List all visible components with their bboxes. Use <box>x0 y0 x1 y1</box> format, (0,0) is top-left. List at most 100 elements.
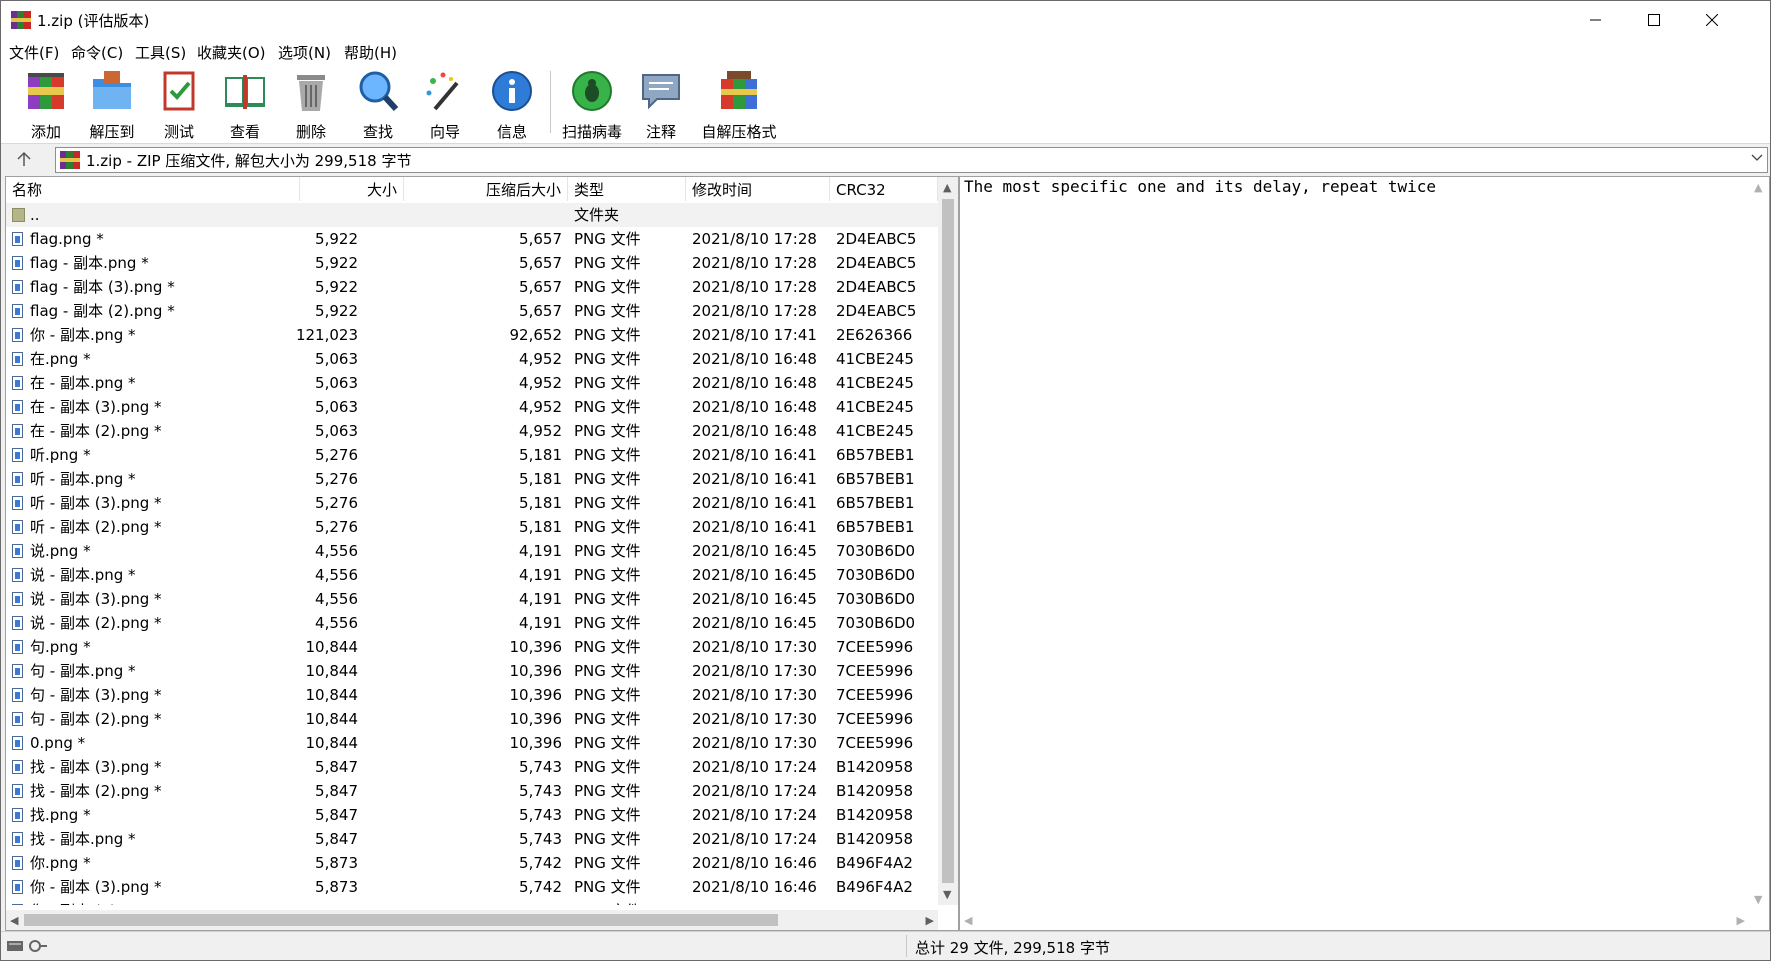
scroll-left-arrow-icon[interactable]: ◀ <box>10 914 18 927</box>
file-row[interactable]: 在 - 副本 (2).png * 5,063 4,952 PNG 文件 2021/8/1… <box>6 419 938 443</box>
file-row[interactable]: 听 - 副本.png * 5,276 5,181 PNG 文件 2021/8/10 16… <box>6 467 938 491</box>
folder-icon <box>12 208 25 222</box>
comment-scroll-right-icon[interactable]: ▶ <box>1737 914 1745 927</box>
minimize-button[interactable] <box>1567 1 1625 39</box>
file-modified: 2021/8/10 16:48 <box>692 398 817 416</box>
file-name: 你 - 副本.png * <box>30 326 136 344</box>
comment-vertical-scrollbar[interactable]: ▲ ▼ <box>1749 177 1769 910</box>
file-row[interactable]: flag - 副本 (2).png * 5,922 5,657 PNG 文件 2021/… <box>6 299 938 323</box>
file-name: 说 - 副本 (2).png * <box>30 614 162 632</box>
comment-horizontal-scrollbar[interactable]: ◀ ▶ <box>960 910 1749 930</box>
file-type: PNG 文件 <box>574 758 641 776</box>
file-row[interactable]: 找 - 副本.png * 5,847 5,743 PNG 文件 2021/8/10 17… <box>6 827 938 851</box>
file-row[interactable]: 在 - 副本 (3).png * 5,063 4,952 PNG 文件 2021/8/1… <box>6 395 938 419</box>
file-row[interactable]: 说 - 副本 (2).png * 4,556 4,191 PNG 文件 2021/8/1… <box>6 611 938 635</box>
file-row[interactable]: 句 - 副本 (3).png * 10,844 10,396 PNG 文件 2021/8… <box>6 683 938 707</box>
wizard-button[interactable]: 向导 <box>413 67 477 141</box>
file-row[interactable]: 句 - 副本 (2).png * 10,844 10,396 PNG 文件 2021/8… <box>6 707 938 731</box>
sfx-button[interactable]: 自解压格式 <box>694 67 784 141</box>
title-bar: 1.zip (评估版本) <box>1 1 1770 39</box>
scan-virus-button[interactable]: 扫描病毒 <box>557 67 627 141</box>
file-list-vertical-scrollbar[interactable]: ▲ ▼ <box>938 177 958 905</box>
file-packed-size: 5,657 <box>519 302 562 320</box>
parent-folder-row[interactable]: .. 文件夹 <box>6 203 938 227</box>
comment-scroll-up-icon[interactable]: ▲ <box>1754 181 1762 194</box>
file-row[interactable]: 找 - 副本 (2).png * 5,847 5,743 PNG 文件 2021/8/1… <box>6 779 938 803</box>
column-crc32[interactable]: CRC32 <box>830 177 938 201</box>
find-button[interactable]: 查找 <box>346 67 410 141</box>
comment-button[interactable]: 注释 <box>629 67 693 141</box>
file-row[interactable]: 句 - 副本.png * 10,844 10,396 PNG 文件 2021/8/10 … <box>6 659 938 683</box>
file-row[interactable]: 在.png * 5,063 4,952 PNG 文件 2021/8/10 16:48 41… <box>6 347 938 371</box>
menu-favorites[interactable]: 收藏夹(O) <box>197 42 266 63</box>
menu-options[interactable]: 选项(N) <box>278 42 331 63</box>
file-row[interactable]: 听.png * 5,276 5,181 PNG 文件 2021/8/10 16:41 6B… <box>6 443 938 467</box>
file-crc32: B1420958 <box>836 782 914 800</box>
column-size[interactable]: 大小 <box>300 177 404 201</box>
delete-button[interactable]: 删除 <box>279 67 343 141</box>
comment-scroll-down-icon[interactable]: ▼ <box>1754 893 1762 906</box>
file-name: 你 - 副本 (3).png * <box>30 878 162 896</box>
file-row[interactable]: 你 - 副本 (2).png * 5,873 5,742 PNG 文件 2021/8/1… <box>6 899 938 905</box>
file-list-horizontal-scrollbar[interactable]: ◀ ▶ <box>6 910 938 930</box>
up-arrow-icon[interactable] <box>15 150 33 168</box>
file-row[interactable]: 说.png * 4,556 4,191 PNG 文件 2021/8/10 16:45 70… <box>6 539 938 563</box>
address-bar: 1.zip - ZIP 压缩文件, 解包大小为 299,518 字节 <box>1 144 1770 174</box>
path-combobox[interactable]: 1.zip - ZIP 压缩文件, 解包大小为 299,518 字节 <box>55 147 1768 173</box>
file-row[interactable]: 句.png * 10,844 10,396 PNG 文件 2021/8/10 17:30… <box>6 635 938 659</box>
column-type[interactable]: 类型 <box>568 177 686 201</box>
status-bar: 总计 29 文件, 299,518 字节 <box>1 931 1770 960</box>
menu-commands[interactable]: 命令(C) <box>71 42 123 63</box>
file-row[interactable]: 你 - 副本 (3).png * 5,873 5,742 PNG 文件 2021/8/1… <box>6 875 938 899</box>
file-row[interactable]: 找 - 副本 (3).png * 5,847 5,743 PNG 文件 2021/8/1… <box>6 755 938 779</box>
file-size: 4,556 <box>315 614 358 632</box>
zip-archive-icon <box>60 151 80 169</box>
file-row[interactable]: flag.png * 5,922 5,657 PNG 文件 2021/8/10 17:2… <box>6 227 938 251</box>
info-button[interactable]: 信息 <box>480 67 544 141</box>
menu-file[interactable]: 文件(F) <box>9 42 59 63</box>
file-packed-size: 5,181 <box>519 446 562 464</box>
column-packed-size[interactable]: 压缩后大小 <box>404 177 568 201</box>
archive-comment-text[interactable]: The most specific one and its delay, rep… <box>964 177 1436 196</box>
file-modified: 2021/8/10 16:45 <box>692 542 817 560</box>
view-button[interactable]: 查看 <box>213 67 277 141</box>
file-name: 听 - 副本 (2).png * <box>30 518 162 536</box>
comment-panel[interactable]: The most specific one and its delay, rep… <box>959 176 1770 931</box>
file-row[interactable]: 找.png * 5,847 5,743 PNG 文件 2021/8/10 17:24 B1… <box>6 803 938 827</box>
column-modified[interactable]: 修改时间 <box>686 177 830 201</box>
scan-virus-icon <box>572 71 612 111</box>
file-row[interactable]: 听 - 副本 (3).png * 5,276 5,181 PNG 文件 2021/8/1… <box>6 491 938 515</box>
file-row[interactable]: 听 - 副本 (2).png * 5,276 5,181 PNG 文件 2021/8/1… <box>6 515 938 539</box>
menu-tools[interactable]: 工具(S) <box>135 42 186 63</box>
file-packed-size: 5,742 <box>519 854 562 872</box>
maximize-button[interactable] <box>1625 1 1683 39</box>
extract-to-button[interactable]: 解压到 <box>80 67 144 141</box>
file-row[interactable]: 在 - 副本.png * 5,063 4,952 PNG 文件 2021/8/10 16… <box>6 371 938 395</box>
horizontal-scroll-thumb[interactable] <box>24 914 778 926</box>
file-row[interactable]: 说 - 副本 (3).png * 4,556 4,191 PNG 文件 2021/8/1… <box>6 587 938 611</box>
comment-scroll-left-icon[interactable]: ◀ <box>964 914 972 927</box>
file-modified: 2021/8/10 17:28 <box>692 230 817 248</box>
file-size: 10,844 <box>305 638 359 656</box>
file-name: 你 - 副本 (2).png * <box>30 899 162 905</box>
menu-help[interactable]: 帮助(H) <box>344 42 397 63</box>
test-button[interactable]: 测试 <box>147 67 211 141</box>
file-crc32: 7CEE5996 <box>836 710 914 728</box>
scroll-up-arrow-icon[interactable]: ▲ <box>943 181 951 194</box>
scroll-right-arrow-icon[interactable]: ▶ <box>926 914 934 927</box>
file-row[interactable]: 说 - 副本.png * 4,556 4,191 PNG 文件 2021/8/10 16… <box>6 563 938 587</box>
file-packed-size: 4,191 <box>519 614 562 632</box>
png-file-icon <box>12 760 23 774</box>
scroll-down-arrow-icon[interactable]: ▼ <box>943 888 951 901</box>
file-row[interactable]: flag - 副本.png * 5,922 5,657 PNG 文件 2021/8/10… <box>6 251 938 275</box>
close-button[interactable] <box>1683 1 1741 39</box>
file-row[interactable]: 你.png * 5,873 5,742 PNG 文件 2021/8/10 16:46 B4… <box>6 851 938 875</box>
add-button[interactable]: 添加 <box>14 67 78 141</box>
file-row[interactable]: flag - 副本 (3).png * 5,922 5,657 PNG 文件 2021/… <box>6 275 938 299</box>
file-type: PNG 文件 <box>574 494 641 512</box>
file-row[interactable]: 你 - 副本.png * 121,023 92,652 PNG 文件 2021/8/10… <box>6 323 938 347</box>
chevron-down-icon[interactable] <box>1751 154 1763 162</box>
column-name[interactable]: 名称 <box>6 177 300 201</box>
file-row[interactable]: 0.png * 10,844 10,396 PNG 文件 2021/8/10 17:30… <box>6 731 938 755</box>
vertical-scroll-thumb[interactable] <box>942 199 954 883</box>
